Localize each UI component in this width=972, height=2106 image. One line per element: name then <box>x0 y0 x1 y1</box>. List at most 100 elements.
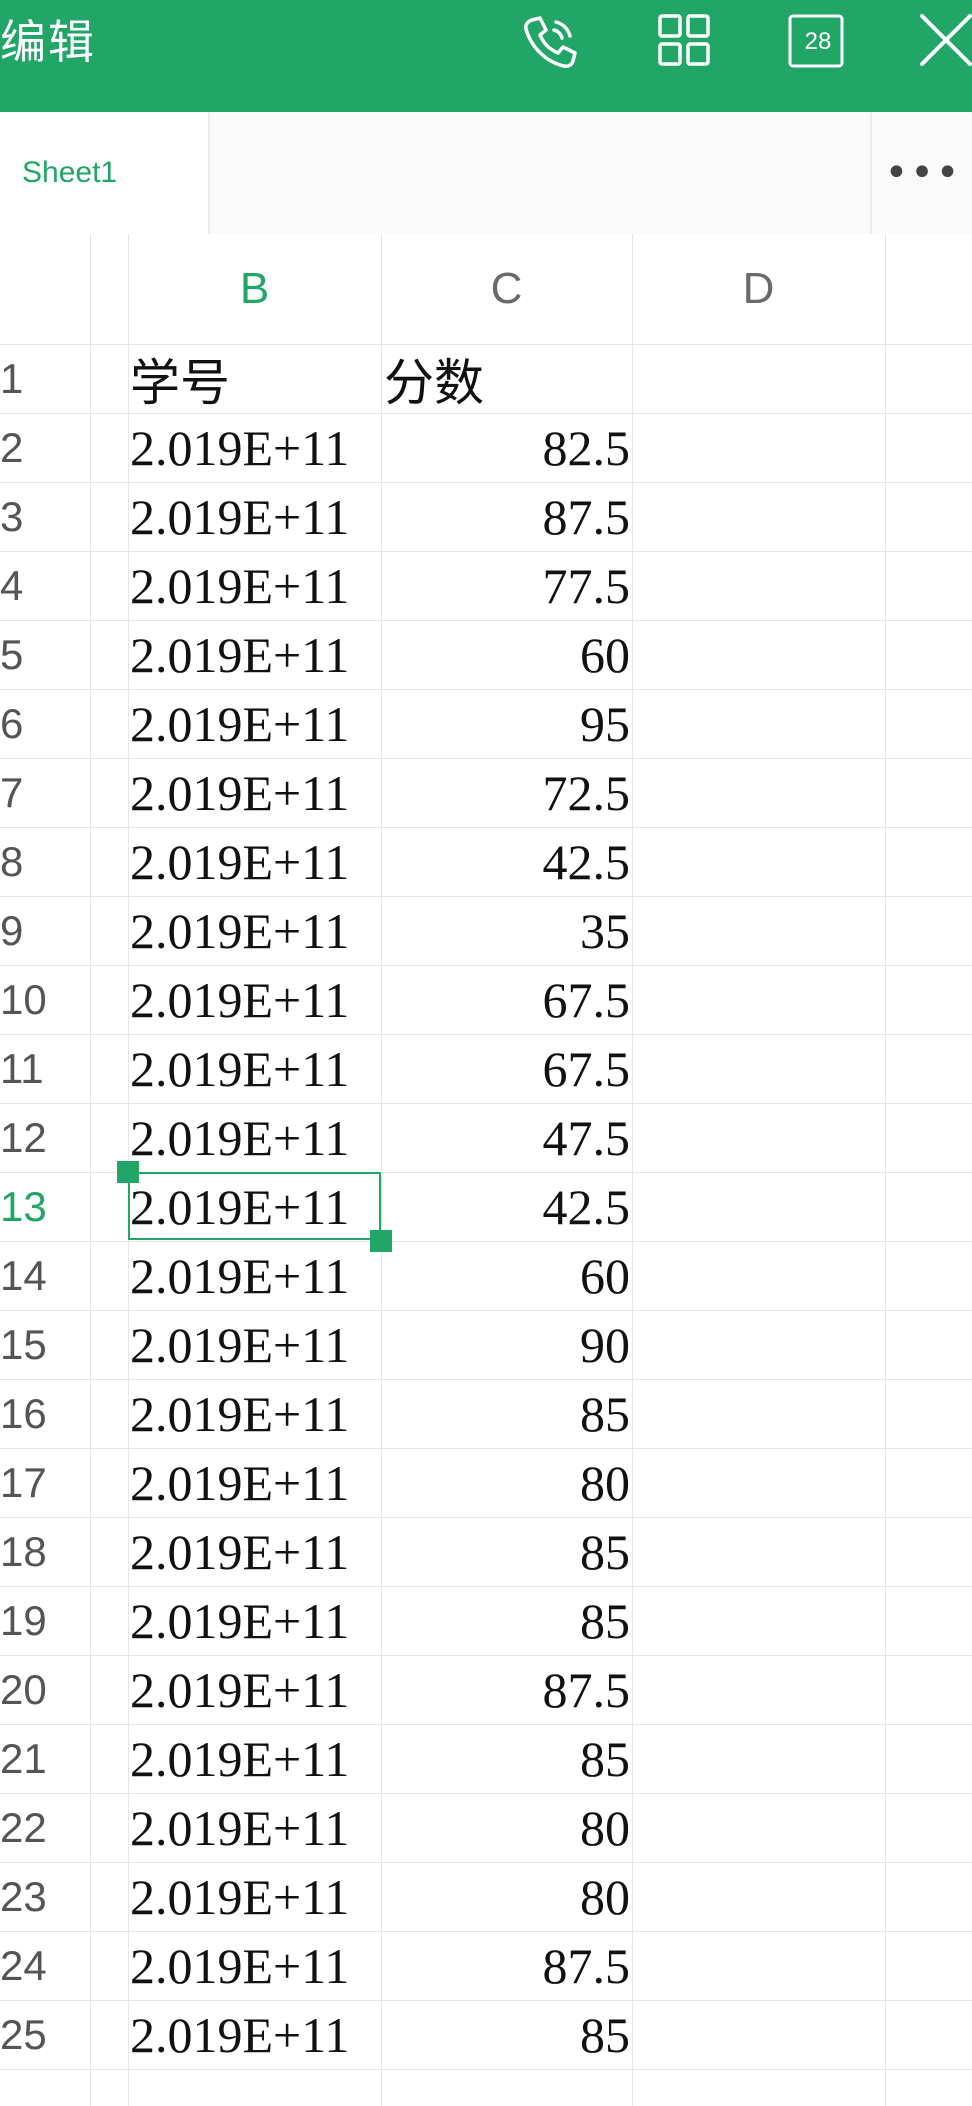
table-row: 15 2.019E+11 90 <box>0 1310 972 1380</box>
tabs-icon[interactable]: 28 <box>786 10 850 74</box>
row-number[interactable]: 20 <box>0 1655 60 1724</box>
cell-c[interactable]: 87.5 <box>384 482 631 551</box>
cell-b[interactable]: 2.019E+11 <box>130 2000 380 2069</box>
cell-b[interactable]: 2.019E+11 <box>130 1172 380 1241</box>
cell-c[interactable]: 60 <box>384 620 630 689</box>
row-number[interactable]: 23 <box>0 1862 60 1931</box>
selection-handle-bottom-right[interactable] <box>370 1230 392 1252</box>
cell-b[interactable]: 2.019E+11 <box>130 551 380 620</box>
table-row: 10 2.019E+11 67.5 <box>0 965 972 1035</box>
cell-b[interactable]: 2.019E+11 <box>130 1931 380 2000</box>
cell-b[interactable]: 2.019E+11 <box>130 620 380 689</box>
table-row: 7 2.019E+11 72.5 <box>0 758 972 828</box>
cell-c[interactable]: 85 <box>384 2000 630 2069</box>
cell-b[interactable]: 2.019E+11 <box>130 1862 380 1931</box>
cell-c[interactable]: 分数 <box>384 344 630 413</box>
row-number[interactable]: 18 <box>0 1517 60 1586</box>
cell-b[interactable]: 2.019E+11 <box>130 1655 380 1724</box>
table-row: 23 2.019E+11 80 <box>0 1862 972 1932</box>
row-number[interactable]: 15 <box>0 1310 60 1379</box>
cell-b[interactable]: 2.019E+11 <box>130 827 380 896</box>
cell-c[interactable]: 87.5 <box>384 1655 631 1724</box>
row-number[interactable]: 2 <box>0 413 60 482</box>
cell-c[interactable]: 35 <box>384 896 630 965</box>
cell-c[interactable]: 80 <box>384 1862 630 1931</box>
table-row: 5 2.019E+11 60 <box>0 620 972 690</box>
cell-c[interactable]: 87.5 <box>384 1931 631 2000</box>
cell-c[interactable]: 47.5 <box>384 1103 631 1172</box>
grid-icon[interactable] <box>652 10 716 74</box>
row-number[interactable]: 5 <box>0 620 60 689</box>
selection-handle-top-left[interactable] <box>117 1161 139 1183</box>
cell-b[interactable]: 2.019E+11 <box>130 1724 380 1793</box>
cell-b[interactable]: 2.019E+11 <box>130 1448 380 1517</box>
row-number[interactable]: 17 <box>0 1448 60 1517</box>
cell-c[interactable]: 82.5 <box>384 413 631 482</box>
row-number[interactable]: 10 <box>0 965 60 1034</box>
row-number[interactable]: 22 <box>0 1793 60 1862</box>
row-number[interactable]: 16 <box>0 1379 60 1448</box>
table-row: 22 2.019E+11 80 <box>0 1793 972 1863</box>
tabs-count: 28 <box>804 28 832 55</box>
table-row: 24 2.019E+11 87.5 <box>0 1931 972 2001</box>
cell-c[interactable]: 42.5 <box>384 1172 631 1241</box>
cell-b[interactable]: 2.019E+11 <box>130 482 380 551</box>
cell-c[interactable]: 77.5 <box>384 551 631 620</box>
phone-icon[interactable] <box>518 10 582 74</box>
row-number[interactable]: 9 <box>0 896 60 965</box>
cell-c[interactable]: 95 <box>384 689 630 758</box>
row-number[interactable]: 4 <box>0 551 60 620</box>
row-number[interactable]: 14 <box>0 1241 60 1310</box>
cell-c[interactable]: 80 <box>384 1793 630 1862</box>
edit-title[interactable]: 编辑 <box>0 10 96 74</box>
cell-b[interactable]: 2.019E+11 <box>130 758 380 827</box>
row-number[interactable]: 6 <box>0 689 60 758</box>
spreadsheet-grid[interactable]: B C D 1 学号 分数 2 2.019E+11 82.5 3 2.019E+11 87.5 4… <box>0 234 972 2106</box>
row-number[interactable]: 8 <box>0 827 60 896</box>
column-header-b[interactable]: B <box>128 234 381 344</box>
cell-b[interactable]: 2.019E+11 <box>130 689 380 758</box>
more-button[interactable]: ••• <box>870 112 972 234</box>
row-number[interactable]: 12 <box>0 1103 60 1172</box>
sheet-tab-active[interactable]: Sheet1 <box>0 112 210 234</box>
cell-b[interactable]: 学号 <box>130 344 380 413</box>
cell-c[interactable]: 67.5 <box>384 1034 631 1103</box>
cell-b[interactable]: 2.019E+11 <box>130 1517 380 1586</box>
cell-b[interactable]: 2.019E+11 <box>130 1034 380 1103</box>
table-row: 12 2.019E+11 47.5 <box>0 1103 972 1173</box>
row-number[interactable]: 7 <box>0 758 60 827</box>
row-number[interactable]: 21 <box>0 1724 60 1793</box>
row-number[interactable]: 24 <box>0 1931 60 2000</box>
close-icon[interactable] <box>916 10 972 74</box>
cell-c[interactable]: 85 <box>384 1379 630 1448</box>
table-row: 4 2.019E+11 77.5 <box>0 551 972 621</box>
cell-c[interactable]: 80 <box>384 1448 630 1517</box>
cell-c[interactable]: 72.5 <box>384 758 631 827</box>
row-number[interactable]: 25 <box>0 2000 60 2069</box>
column-header-d[interactable]: D <box>632 234 885 344</box>
cell-b[interactable]: 2.019E+11 <box>130 896 380 965</box>
cell-c[interactable]: 85 <box>384 1724 630 1793</box>
cell-b[interactable]: 2.019E+11 <box>130 1586 380 1655</box>
row-number[interactable]: 13 <box>0 1172 60 1241</box>
cell-c[interactable]: 60 <box>384 1241 630 1310</box>
sheet-tab-label: Sheet1 <box>22 156 118 189</box>
cell-b[interactable]: 2.019E+11 <box>130 1310 380 1379</box>
cell-b[interactable]: 2.019E+11 <box>130 965 380 1034</box>
cell-b[interactable]: 2.019E+11 <box>130 1793 380 1862</box>
cell-c[interactable]: 67.5 <box>384 965 631 1034</box>
cell-b[interactable]: 2.019E+11 <box>130 1103 380 1172</box>
cell-b[interactable]: 2.019E+11 <box>130 1379 380 1448</box>
cell-c[interactable]: 85 <box>384 1517 630 1586</box>
row-number[interactable]: 11 <box>0 1034 60 1103</box>
table-row: 18 2.019E+11 85 <box>0 1517 972 1587</box>
row-number[interactable]: 19 <box>0 1586 60 1655</box>
cell-c[interactable]: 85 <box>384 1586 630 1655</box>
row-number[interactable]: 1 <box>0 344 60 413</box>
cell-c[interactable]: 90 <box>384 1310 630 1379</box>
cell-b[interactable]: 2.019E+11 <box>130 1241 380 1310</box>
cell-c[interactable]: 42.5 <box>384 827 631 896</box>
column-header-c[interactable]: C <box>381 234 632 344</box>
cell-b[interactable]: 2.019E+11 <box>130 413 380 482</box>
row-number[interactable]: 3 <box>0 482 60 551</box>
